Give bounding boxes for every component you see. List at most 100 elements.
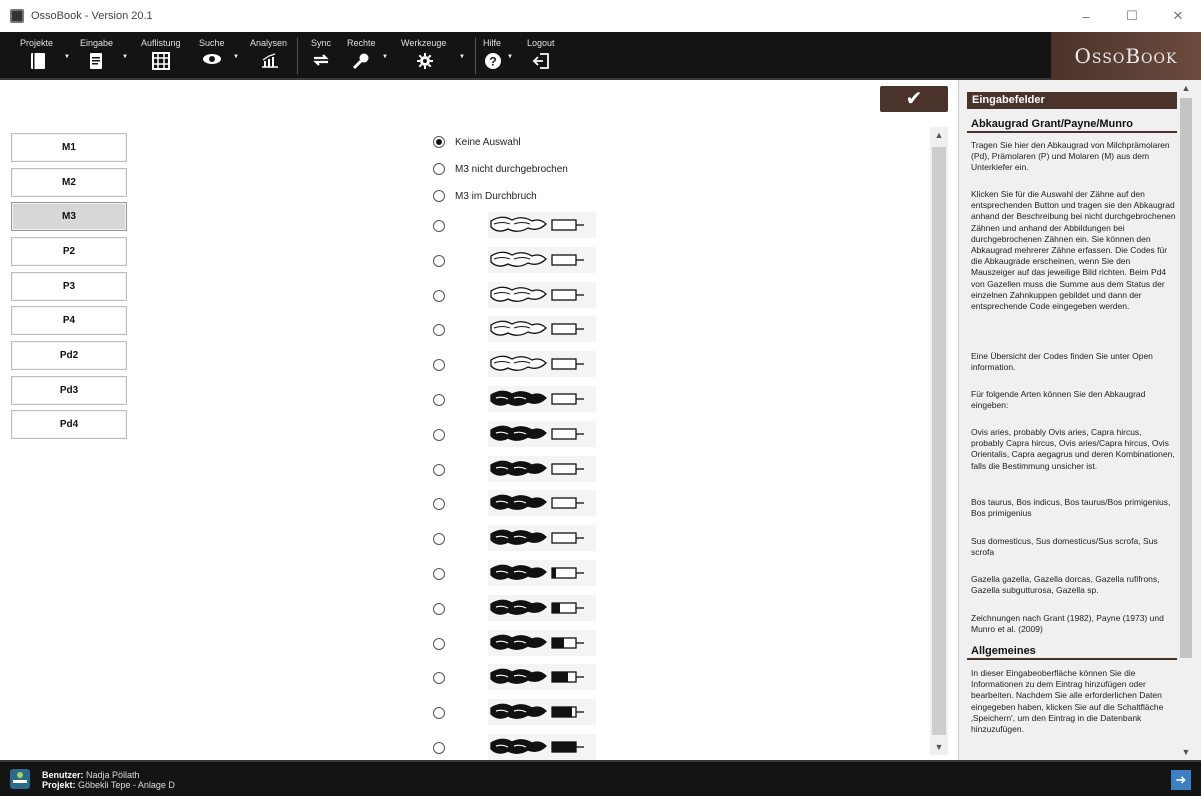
minimize-button[interactable]: – <box>1063 0 1109 32</box>
main-toolbar: Projekte ▼ Eingabe ▼ Auflistung Suche ▼ … <box>0 32 1201 80</box>
maximize-button[interactable]: ☐ <box>1109 0 1155 32</box>
radio-button[interactable] <box>433 568 445 580</box>
caret-down-icon: ▼ <box>233 54 239 60</box>
toolbar-divider <box>297 38 298 74</box>
sync-icon <box>311 52 331 72</box>
menu-auflistung[interactable]: Auflistung <box>141 32 191 78</box>
radio-button[interactable] <box>433 742 445 754</box>
radio-button[interactable] <box>433 533 445 545</box>
wear-stage-option[interactable] <box>433 390 445 410</box>
scroll-down-icon[interactable]: ▼ <box>1178 747 1194 757</box>
menu-rechte[interactable]: Rechte ▼ <box>347 32 395 78</box>
menu-hilfe[interactable]: Hilfe ? ▼ <box>483 32 523 78</box>
radio-button[interactable] <box>433 359 445 371</box>
help-paragraph: Ovis aries, probably Ovis aries, Capra h… <box>971 427 1175 471</box>
user-name: Nadja Pöllath <box>86 770 140 780</box>
tooth-button-p4[interactable]: P4 <box>11 306 127 335</box>
scroll-up-icon[interactable]: ▲ <box>930 130 948 140</box>
menu-label: Rechte <box>347 38 376 48</box>
form-icon <box>86 52 106 72</box>
logout-icon <box>531 52 551 72</box>
wear-stage-option[interactable] <box>433 564 445 584</box>
radio-button[interactable] <box>433 290 445 302</box>
menu-logout[interactable]: Logout <box>527 32 568 78</box>
tooth-button-pd2[interactable]: Pd2 <box>11 341 127 370</box>
chart-icon <box>260 52 280 72</box>
tooth-button-m3[interactable]: M3 <box>11 202 127 231</box>
menu-analysen[interactable]: Analysen <box>250 32 294 78</box>
wear-stage-drawing <box>488 316 596 342</box>
radio-button[interactable] <box>433 394 445 406</box>
wear-stage-drawing <box>488 664 596 690</box>
scroll-thumb[interactable] <box>1180 98 1192 658</box>
menu-sync[interactable]: Sync <box>311 32 347 78</box>
help-paragraph: Bos taurus, Bos indicus, Bos taurus/Bos … <box>971 497 1171 519</box>
help-subheading: Allgemeines <box>967 644 1177 660</box>
radio-button[interactable] <box>433 603 445 615</box>
tooth-button-pd4[interactable]: Pd4 <box>11 410 127 439</box>
grid-icon <box>151 52 171 72</box>
wear-stage-option[interactable] <box>433 216 445 236</box>
option-erupting[interactable]: M3 im Durchbruch <box>433 186 537 206</box>
radio-button[interactable] <box>433 163 445 175</box>
radio-button[interactable] <box>433 638 445 650</box>
wear-stage-option[interactable] <box>433 286 445 306</box>
scroll-up-icon[interactable]: ▲ <box>1178 83 1194 93</box>
radio-button[interactable] <box>433 190 445 202</box>
option-label: M3 nicht durchgebrochen <box>455 163 568 175</box>
network-icon <box>10 769 30 789</box>
radio-button[interactable] <box>433 707 445 719</box>
menu-label: Auflistung <box>141 38 181 48</box>
notebook-icon <box>28 52 48 72</box>
wear-stage-option[interactable] <box>433 460 445 480</box>
wear-stage-option[interactable] <box>433 425 445 445</box>
tooth-button-p3[interactable]: P3 <box>11 272 127 301</box>
checkmark-icon: ✔ <box>905 88 923 110</box>
caret-down-icon: ▼ <box>64 54 70 60</box>
option-not-erupted[interactable]: M3 nicht durchgebrochen <box>433 159 568 179</box>
wear-stage-option[interactable] <box>433 494 445 514</box>
tooth-button-m2[interactable]: M2 <box>11 168 127 197</box>
user-label: Benutzer: <box>42 770 84 780</box>
toolbar-divider <box>475 38 476 74</box>
tooth-button-p2[interactable]: P2 <box>11 237 127 266</box>
close-button[interactable]: ✕ <box>1155 0 1201 32</box>
exit-button[interactable]: ➜ <box>1171 770 1191 790</box>
radio-button[interactable] <box>433 464 445 476</box>
radio-button[interactable] <box>433 324 445 336</box>
radio-button[interactable] <box>433 429 445 441</box>
options-scrollbar[interactable]: ▲ ▼ <box>930 127 948 755</box>
radio-button[interactable] <box>433 255 445 267</box>
wear-stage-option[interactable] <box>433 703 445 723</box>
option-keine-auswahl[interactable]: Keine Auswahl <box>433 132 521 152</box>
menu-suche[interactable]: Suche ▼ <box>199 32 243 78</box>
tooth-button-pd3[interactable]: Pd3 <box>11 376 127 405</box>
wear-stage-option[interactable] <box>433 529 445 549</box>
wear-stage-option[interactable] <box>433 251 445 271</box>
radio-button[interactable] <box>433 672 445 684</box>
tooth-button-m1[interactable]: M1 <box>11 133 127 162</box>
help-paragraph: Zeichnungen nach Grant (1982), Payne (19… <box>971 613 1164 635</box>
wear-stage-option[interactable] <box>433 668 445 688</box>
radio-button[interactable] <box>433 220 445 232</box>
menu-eingabe[interactable]: Eingabe ▼ <box>80 32 130 78</box>
wear-stage-option[interactable] <box>433 320 445 340</box>
wear-stage-option[interactable] <box>433 738 445 758</box>
help-paragraph: Klicken Sie für die Auswahl der Zähne au… <box>971 189 1176 312</box>
help-paragraph: Gazella gazella, Gazella dorcas, Gazella… <box>971 574 1160 596</box>
menu-projekte[interactable]: Projekte ▼ <box>20 32 70 78</box>
scroll-down-icon[interactable]: ▼ <box>930 742 948 752</box>
wear-stage-option[interactable] <box>433 355 445 375</box>
wear-stage-drawing <box>488 282 596 308</box>
menu-werkzeuge[interactable]: Werkzeuge ▼ <box>401 32 467 78</box>
radio-button[interactable] <box>433 136 445 148</box>
help-paragraph: Sus domesticus, Sus domesticus/Sus scrof… <box>971 536 1158 558</box>
wear-stage-option[interactable] <box>433 634 445 654</box>
help-scrollbar[interactable]: ▲ ▼ <box>1178 80 1196 760</box>
help-panel: Eingabefelder Abkaugrad Grant/Payne/Munr… <box>958 80 1201 760</box>
radio-button[interactable] <box>433 498 445 510</box>
confirm-button[interactable]: ✔ <box>880 86 948 112</box>
scroll-thumb[interactable] <box>932 147 946 735</box>
wear-stage-option[interactable] <box>433 599 445 619</box>
wear-stage-drawing <box>488 351 596 377</box>
